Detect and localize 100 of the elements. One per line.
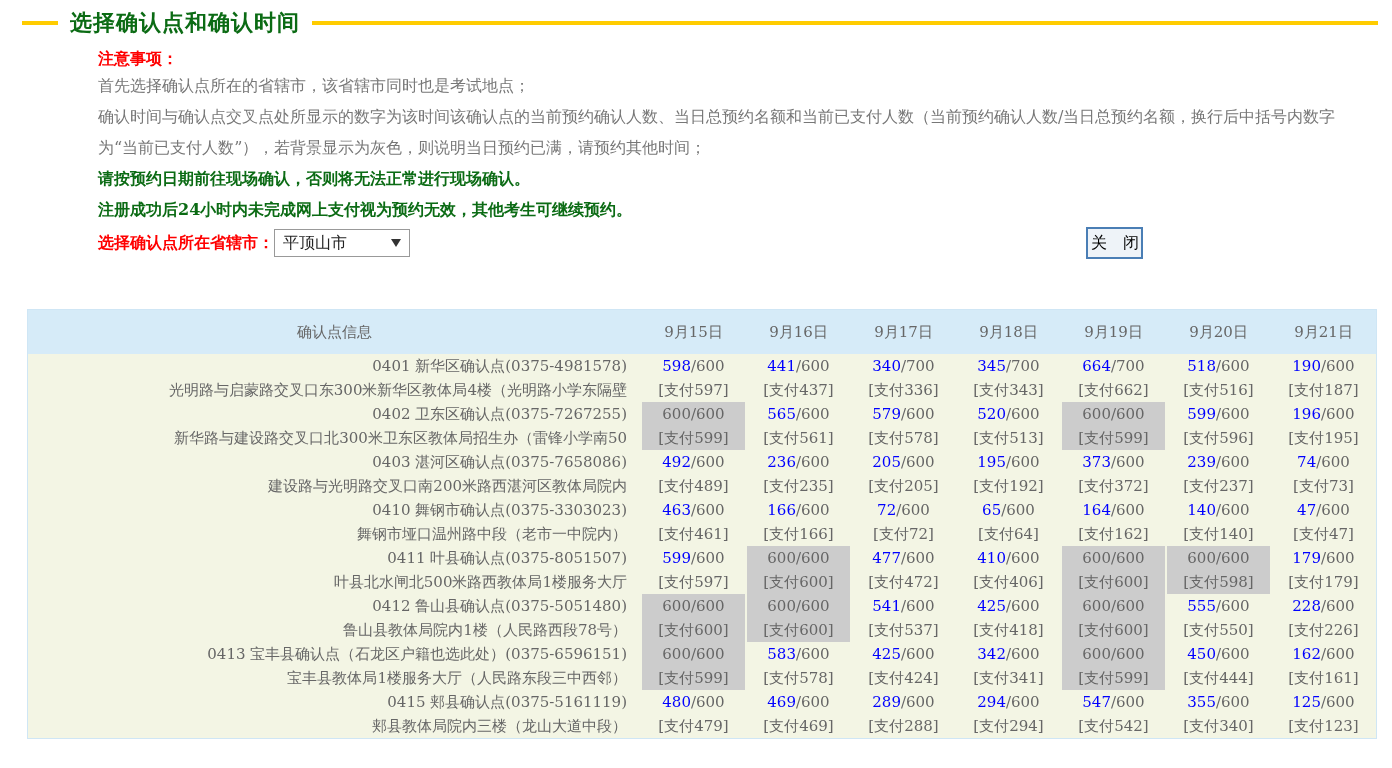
slot[interactable]: 166/600 [支付166] bbox=[747, 498, 850, 546]
paid-count: [支付166] bbox=[763, 524, 834, 545]
slot[interactable]: 373/600 [支付372] bbox=[1062, 450, 1165, 498]
full-slot[interactable]: 600/600 [支付600] bbox=[642, 594, 745, 642]
full-slot[interactable]: 600/600 [支付599] bbox=[642, 642, 745, 690]
city-select[interactable]: 平顶山市 bbox=[274, 229, 410, 257]
slot[interactable]: 480/600 [支付479] bbox=[642, 690, 745, 738]
paid-count: [支付187] bbox=[1288, 380, 1359, 401]
slot[interactable]: 450/600 [支付444] bbox=[1167, 642, 1270, 690]
full-slot[interactable]: 600/600 [支付600] bbox=[747, 594, 850, 642]
slot-count: 600/600 bbox=[1082, 404, 1145, 425]
slot[interactable]: 520/600 [支付513] bbox=[957, 402, 1060, 450]
slot-count: 373/600 bbox=[1082, 452, 1145, 473]
slot[interactable]: 355/600 [支付340] bbox=[1167, 690, 1270, 738]
slot[interactable]: 425/600 [支付424] bbox=[852, 642, 955, 690]
slot[interactable]: 463/600 [支付461] bbox=[642, 498, 745, 546]
slot-count: 600/600 bbox=[767, 548, 830, 569]
slot-count: 166/600 bbox=[767, 500, 830, 521]
slot-count: 294/600 bbox=[977, 692, 1040, 713]
slot[interactable]: 583/600 [支付578] bbox=[747, 642, 850, 690]
close-button[interactable]: 关 闭 bbox=[1086, 227, 1143, 259]
slot[interactable]: 162/600 [支付161] bbox=[1272, 642, 1375, 690]
paid-count: [支付600] bbox=[763, 620, 834, 641]
slot[interactable]: 492/600 [支付489] bbox=[642, 450, 745, 498]
slot[interactable]: 195/600 [支付192] bbox=[957, 450, 1060, 498]
full-slot[interactable]: 600/600 [支付600] bbox=[1062, 546, 1165, 594]
slot[interactable]: 518/600 [支付516] bbox=[1167, 354, 1270, 402]
full-slot[interactable]: 600/600 [支付599] bbox=[1062, 642, 1165, 690]
paid-count: [支付205] bbox=[868, 476, 939, 497]
slot[interactable]: 425/600 [支付418] bbox=[957, 594, 1060, 642]
paid-count: [支付444] bbox=[1183, 668, 1254, 689]
full-slot[interactable]: 600/600 [支付599] bbox=[642, 402, 745, 450]
slot[interactable]: 190/600 [支付187] bbox=[1272, 354, 1375, 402]
slot[interactable]: 289/600 [支付288] bbox=[852, 690, 955, 738]
slot[interactable]: 469/600 [支付469] bbox=[747, 690, 850, 738]
slot[interactable]: 477/600 [支付472] bbox=[852, 546, 955, 594]
slot[interactable]: 239/600 [支付237] bbox=[1167, 450, 1270, 498]
slot[interactable]: 565/600 [支付561] bbox=[747, 402, 850, 450]
slot[interactable]: 228/600 [支付226] bbox=[1272, 594, 1375, 642]
paid-count: [支付600] bbox=[1078, 572, 1149, 593]
full-slot[interactable]: 600/600 [支付599] bbox=[1062, 402, 1165, 450]
slot[interactable]: 164/600 [支付162] bbox=[1062, 498, 1165, 546]
slot[interactable]: 598/600 [支付597] bbox=[642, 354, 745, 402]
slot[interactable]: 555/600 [支付550] bbox=[1167, 594, 1270, 642]
slot[interactable]: 205/600 [支付205] bbox=[852, 450, 955, 498]
note-text: 确认时间与确认点交叉点处所显示的数字为该时间该确认点的当前预约确认人数、当日总预约名额和当前已支付人数（当前预约确认人数/当日总预约名额，换行后中括号内数字为“当前已支付人数”），若背景显示为灰色，则说明当日预约已满，请预约其他时间； bbox=[98, 106, 1337, 159]
slot[interactable]: 236/600 [支付235] bbox=[747, 450, 850, 498]
slot-count: 469/600 bbox=[767, 692, 830, 713]
slot-count: 72/600 bbox=[877, 500, 930, 521]
slot-count: 463/600 bbox=[662, 500, 725, 521]
slot[interactable]: 547/600 [支付542] bbox=[1062, 690, 1165, 738]
slot[interactable]: 72/600 [支付72] bbox=[852, 498, 955, 546]
paid-count: [支付140] bbox=[1183, 524, 1254, 545]
paid-count: [支付336] bbox=[868, 380, 939, 401]
slot[interactable]: 579/600 [支付578] bbox=[852, 402, 955, 450]
slot[interactable]: 541/600 [支付537] bbox=[852, 594, 955, 642]
paid-count: [支付162] bbox=[1078, 524, 1149, 545]
slot-count: 289/600 bbox=[872, 692, 935, 713]
slot[interactable]: 410/600 [支付406] bbox=[957, 546, 1060, 594]
paid-count: [支付226] bbox=[1288, 620, 1359, 641]
slot-count: 477/600 bbox=[872, 548, 935, 569]
slot-count: 600/600 bbox=[1187, 548, 1250, 569]
slot[interactable]: 294/600 [支付294] bbox=[957, 690, 1060, 738]
paid-count: [支付537] bbox=[868, 620, 939, 641]
notes-title: 注意事项： bbox=[98, 48, 178, 70]
slot[interactable]: 441/600 [支付437] bbox=[747, 354, 850, 402]
full-slot[interactable]: 600/600 [支付600] bbox=[1062, 594, 1165, 642]
note-text: 首先选择确认点所在的省辖市，该省辖市同时也是考试地点； bbox=[98, 75, 531, 97]
slot-count: 579/600 bbox=[872, 404, 935, 425]
slot[interactable]: 196/600 [支付195] bbox=[1272, 402, 1375, 450]
station-name: 0415 郏县确认点(0375-5161119) bbox=[387, 692, 627, 713]
paid-count: [支付662] bbox=[1078, 380, 1149, 401]
slot-count: 355/600 bbox=[1187, 692, 1250, 713]
paid-count: [支付550] bbox=[1183, 620, 1254, 641]
slot[interactable]: 140/600 [支付140] bbox=[1167, 498, 1270, 546]
caret-icon bbox=[391, 239, 401, 247]
slot-count: 195/600 bbox=[977, 452, 1040, 473]
slot-count: 520/600 bbox=[977, 404, 1040, 425]
slot[interactable]: 599/600 [支付596] bbox=[1167, 402, 1270, 450]
slot[interactable]: 47/600 [支付47] bbox=[1272, 498, 1375, 546]
slot[interactable]: 345/700 [支付343] bbox=[957, 354, 1060, 402]
slot[interactable]: 74/600 [支付73] bbox=[1272, 450, 1375, 498]
slot[interactable]: 664/700 [支付662] bbox=[1062, 354, 1165, 402]
full-slot[interactable]: 600/600 [支付598] bbox=[1167, 546, 1270, 594]
slot-count: 450/600 bbox=[1187, 644, 1250, 665]
paid-count: [支付424] bbox=[868, 668, 939, 689]
slot-count: 600/600 bbox=[662, 404, 725, 425]
slot[interactable]: 599/600 [支付597] bbox=[642, 546, 745, 594]
slot[interactable]: 342/600 [支付341] bbox=[957, 642, 1060, 690]
slot[interactable]: 65/600 [支付64] bbox=[957, 498, 1060, 546]
station-address: 鲁山县教体局院内1楼（人民路西段78号） bbox=[343, 620, 627, 641]
paid-count: [支付597] bbox=[658, 380, 729, 401]
paid-count: [支付437] bbox=[763, 380, 834, 401]
slot-count: 441/600 bbox=[767, 356, 830, 377]
paid-count: [支付599] bbox=[658, 428, 729, 449]
slot[interactable]: 125/600 [支付123] bbox=[1272, 690, 1375, 738]
slot[interactable]: 340/700 [支付336] bbox=[852, 354, 955, 402]
full-slot[interactable]: 600/600 [支付600] bbox=[747, 546, 850, 594]
slot[interactable]: 179/600 [支付179] bbox=[1272, 546, 1375, 594]
column-header: 9月21日 bbox=[1271, 310, 1376, 354]
